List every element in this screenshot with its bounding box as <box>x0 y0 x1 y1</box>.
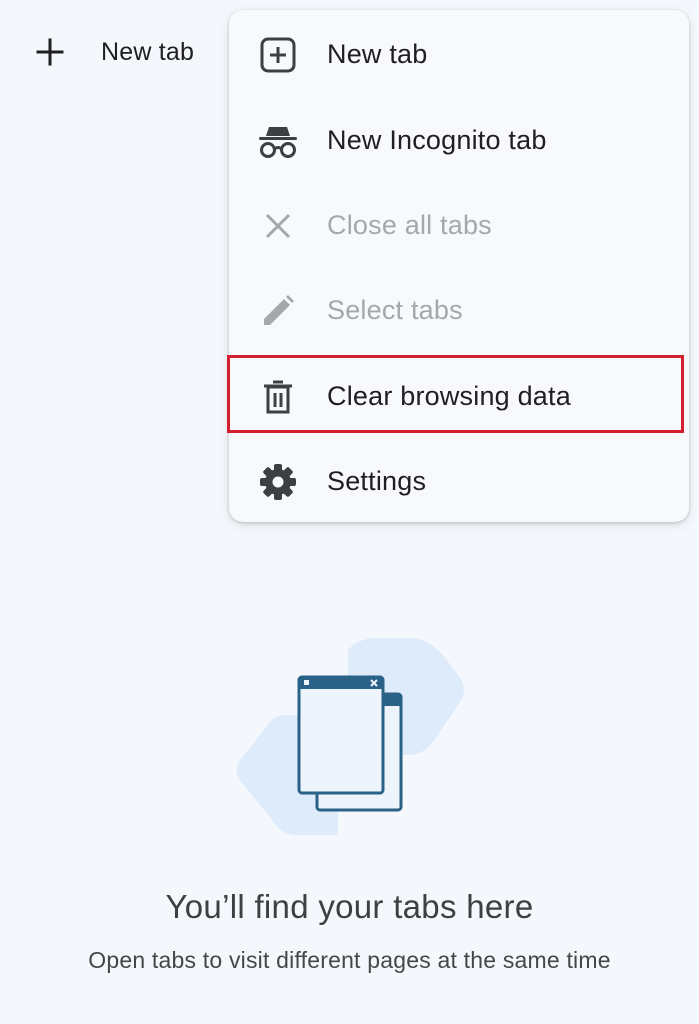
menu-item-label: New tab <box>327 39 428 69</box>
menu-item-clear-browsing-data[interactable]: Clear browsing data <box>229 354 689 439</box>
menu-item-select-tabs[interactable]: Select tabs <box>229 268 689 353</box>
tabs-illustration <box>228 630 473 845</box>
pencil-icon <box>229 268 327 353</box>
menu-item-label: Close all tabs <box>327 210 492 240</box>
menu-item-label: New Incognito tab <box>327 125 547 155</box>
new-tab-toolbar-label: New tab <box>101 37 195 66</box>
plus-icon <box>22 20 78 84</box>
new-tab-icon <box>229 12 327 97</box>
gear-icon <box>229 439 327 524</box>
new-tab-toolbar-button[interactable]: New tab <box>22 20 222 84</box>
overflow-menu: New tab New Incognito tab Close all tabs <box>227 10 689 524</box>
menu-item-label: Select tabs <box>327 295 463 325</box>
menu-item-label: Clear browsing data <box>327 381 571 411</box>
incognito-icon <box>229 98 327 183</box>
trash-icon <box>229 354 327 439</box>
menu-item-new-incognito-tab[interactable]: New Incognito tab <box>229 98 689 183</box>
menu-item-new-tab[interactable]: New tab <box>229 12 689 97</box>
menu-item-label: Settings <box>327 466 427 496</box>
menu-item-settings[interactable]: Settings <box>229 439 689 524</box>
menu-item-close-all-tabs[interactable]: Close all tabs <box>229 183 689 268</box>
empty-state-subtitle: Open tabs to visit different pages at th… <box>88 947 611 973</box>
empty-state-title: You’ll find your tabs here <box>165 888 534 925</box>
close-icon <box>229 183 327 268</box>
